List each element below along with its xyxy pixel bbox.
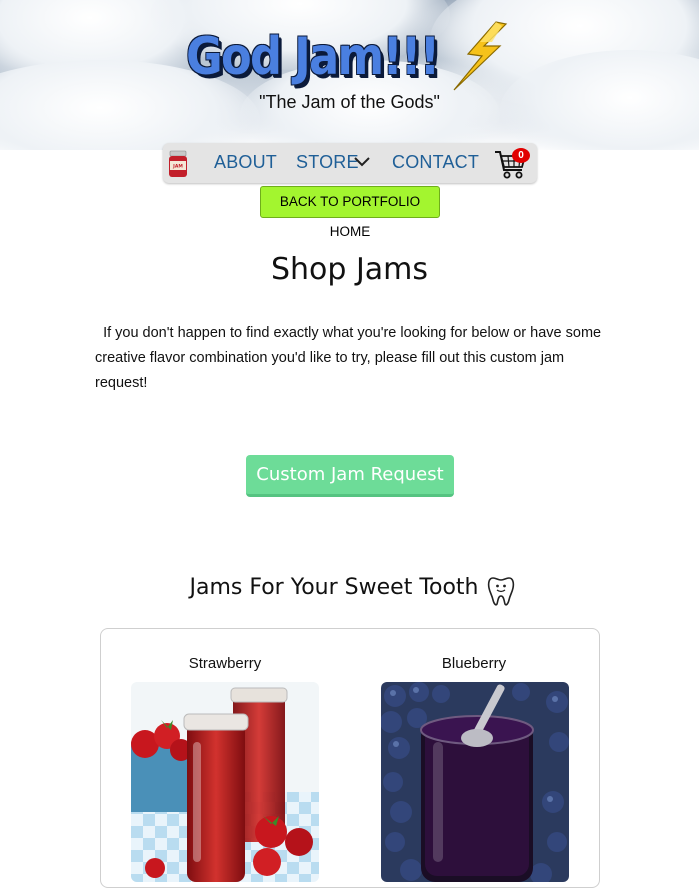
- section-title: Jams For Your Sweet Tooth: [189, 575, 479, 600]
- product-name-strawberry[interactable]: Strawberry: [131, 655, 319, 672]
- brand-title: God Jam!!!: [186, 27, 440, 87]
- nav-about-link[interactable]: ABOUT: [214, 152, 277, 173]
- tagline: "The Jam of the Gods": [259, 92, 440, 112]
- intro-text: If you don't happen to find exactly what…: [95, 321, 610, 396]
- custom-jam-request-button[interactable]: Custom Jam Request: [246, 455, 454, 497]
- cart-count-badge: 0: [512, 148, 530, 163]
- strawberry-jam-image[interactable]: [131, 682, 319, 882]
- chevron-down-icon[interactable]: [353, 154, 371, 168]
- nav-store-link[interactable]: STORE: [296, 152, 359, 173]
- blueberry-jam-photo: [381, 682, 569, 882]
- page-title: Shop Jams: [270, 252, 429, 287]
- intro-text-body: If you don't happen to find exactly what…: [95, 325, 602, 391]
- product-name-blueberry[interactable]: Blueberry: [380, 655, 568, 672]
- blueberry-jam-image[interactable]: [381, 682, 569, 882]
- jam-jar-logo[interactable]: JAM: [167, 150, 189, 178]
- back-to-portfolio-button[interactable]: BACK TO PORTFOLIO HOME: [260, 186, 440, 239]
- lightning-bolt-icon: [453, 21, 508, 91]
- svg-text:JAM: JAM: [172, 164, 183, 170]
- nav-contact-link[interactable]: CONTACT: [392, 152, 479, 173]
- strawberry-jam-photo: [131, 682, 319, 882]
- tooth-icon: [487, 577, 515, 606]
